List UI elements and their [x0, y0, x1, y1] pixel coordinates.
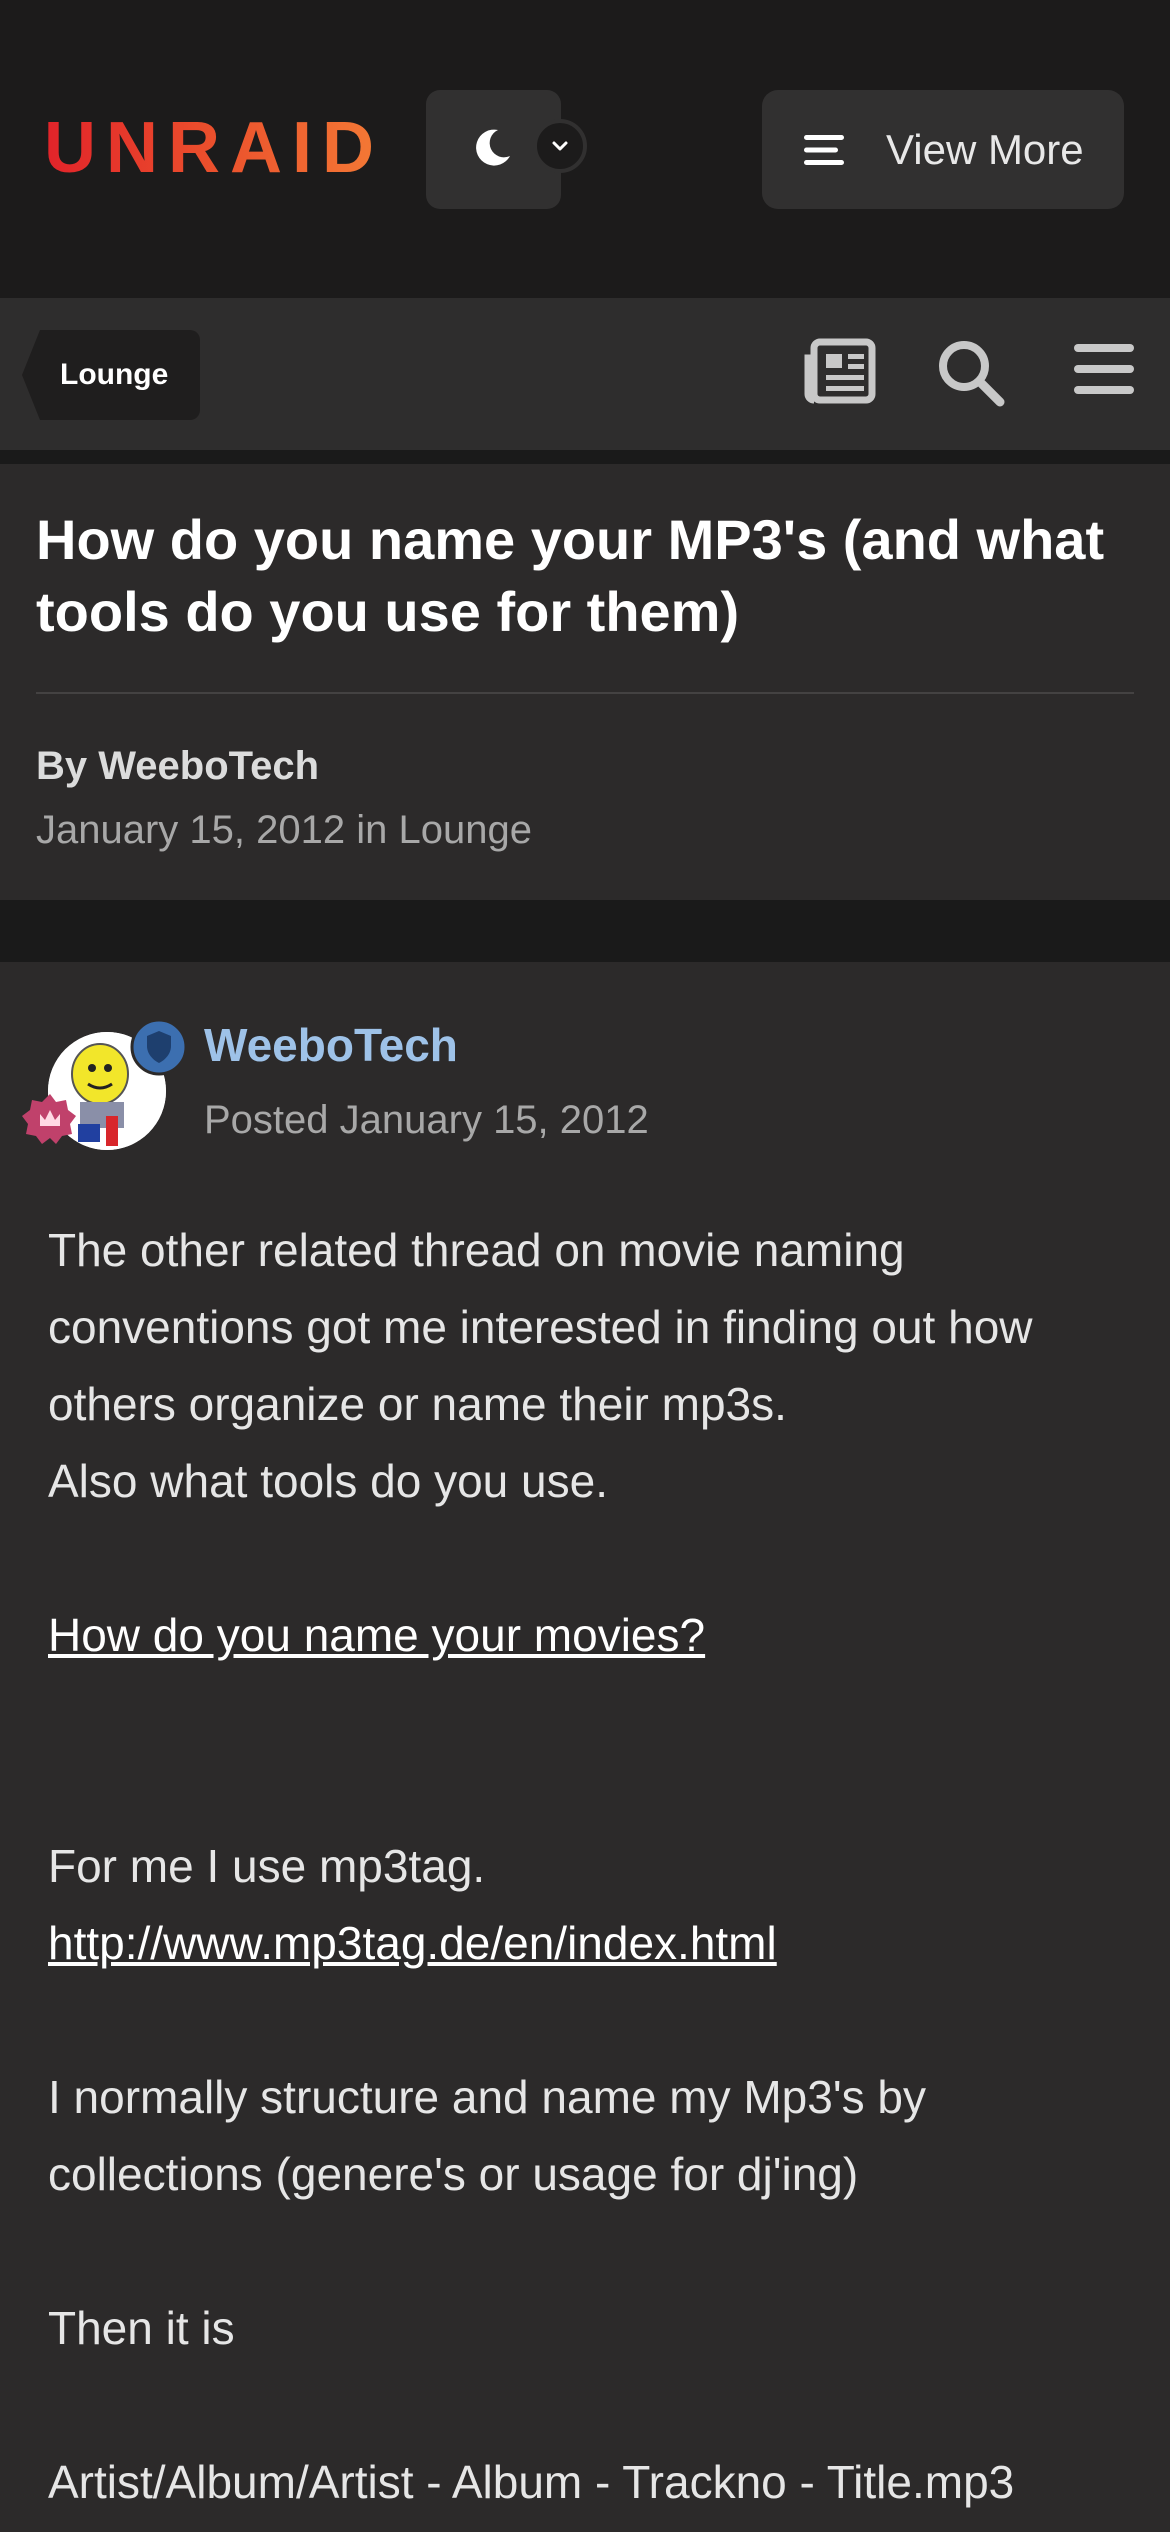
page-title: How do you name your MP3's (and what too… [36, 508, 1105, 643]
post-paragraph: Also what tools do you use. [48, 1455, 608, 1507]
topic-author[interactable]: By WeeboTech [36, 744, 319, 789]
post-paragraph: Artist/Album/Artist - Album - Trackno - … [48, 2456, 1015, 2508]
divider [0, 450, 1170, 464]
post-paragraph: I normally structure and name my Mp3's b… [48, 2071, 926, 2200]
breadcrumb-lounge[interactable]: Lounge [22, 330, 201, 420]
breadcrumb-arrow [22, 330, 40, 420]
view-more-label: View More [886, 125, 1084, 173]
topic-date: January 15, 2012 in Lounge [36, 808, 532, 852]
topic-header: How do you name your MP3's (and what too… [0, 464, 1170, 900]
hamburger-icon [804, 133, 844, 167]
moderator-badge-icon [130, 1018, 188, 1081]
post: WeeboTech Posted January 15, 2012 The ot… [0, 962, 1170, 2532]
section-gap [0, 900, 1170, 962]
mp3tag-link[interactable]: http://www.mp3tag.de/en/index.html [48, 1917, 777, 1969]
newspaper-icon[interactable] [804, 338, 876, 409]
post-paragraph: For me I use mp3tag. [48, 1840, 486, 1892]
unraid-logo[interactable]: UNRAID [44, 108, 384, 188]
post-content: The other related thread on movie naming… [48, 1212, 1138, 2521]
site-header: UNRAID View More [0, 0, 1170, 298]
menu-icon[interactable] [1074, 342, 1134, 401]
breadcrumb-bar: Lounge [0, 298, 1170, 450]
view-more-button[interactable]: View More [762, 90, 1124, 209]
search-icon[interactable] [936, 338, 1006, 413]
post-paragraph: Then it is [48, 2302, 235, 2354]
post-author[interactable]: WeeboTech [204, 1018, 458, 1072]
moon-icon [470, 126, 514, 175]
movie-thread-link[interactable]: How do you name your movies? [48, 1609, 705, 1661]
title-divider [36, 692, 1134, 694]
rank-badge-icon [22, 1092, 78, 1153]
chevron-down-icon[interactable] [533, 119, 587, 173]
post-paragraph: The other related thread on movie naming… [48, 1224, 1033, 1430]
post-date: Posted January 15, 2012 [204, 1098, 649, 1142]
theme-toggle-button[interactable] [426, 90, 587, 209]
breadcrumb-label: Lounge [40, 330, 201, 420]
